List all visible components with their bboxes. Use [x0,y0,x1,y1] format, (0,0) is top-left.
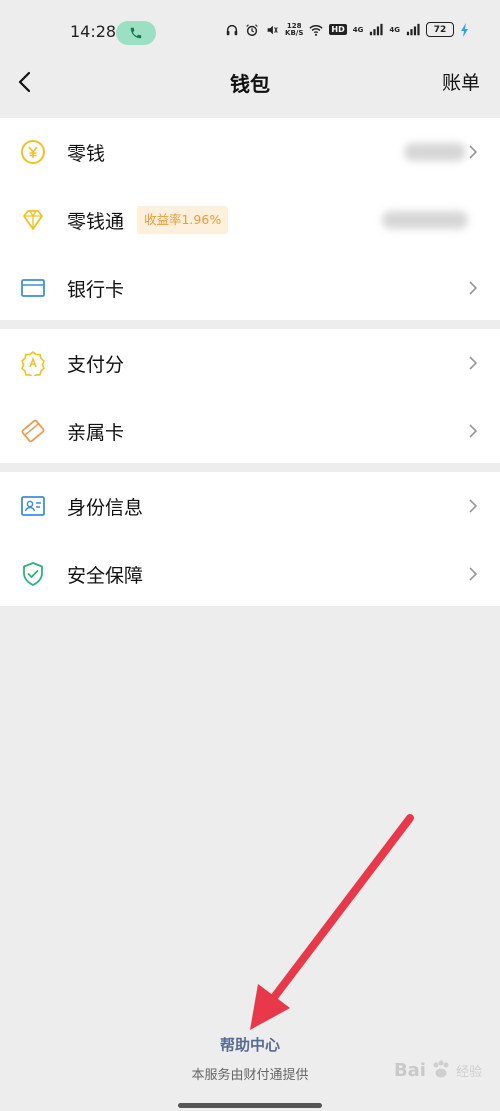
nav-bar: 钱包 账单 [0,62,500,118]
family-card-icon [21,419,45,443]
row-label: 银行卡 [67,278,125,301]
page-title: 钱包 [230,72,270,96]
help-center-link[interactable]: 帮助中心 [0,1034,500,1055]
hd-badge: HD [329,24,347,35]
paw-icon [433,1060,449,1078]
wallet-group-3: 身份信息 安全保障 [0,472,500,606]
chevron-right-icon [469,499,478,513]
blurred-balance [404,143,466,161]
chevron-right-icon [469,356,478,370]
home-indicator[interactable] [178,1103,322,1108]
bank-card-icon [21,279,45,297]
bill-button[interactable]: 账单 [442,68,480,95]
signal-1-label: 4G [352,25,364,34]
alarm-icon [246,23,258,36]
row-label: 身份信息 [67,496,144,519]
score-badge-icon [21,351,45,376]
ongoing-call-pill[interactable] [116,21,156,45]
shield-check-icon [23,562,43,586]
signal-bars-1-icon [370,23,383,35]
row-security[interactable]: 安全保障 [0,540,500,608]
row-bank-card[interactable]: 银行卡 [0,254,500,322]
blurred-balance [382,211,468,229]
status-icons: 128 KB/S HD 4G 4G 72 [225,22,470,37]
row-pay-score[interactable]: 支付分 [0,329,500,397]
network-speed: 128 KB/S [285,21,304,37]
yield-rate-badge: 收益率1.96% [137,206,229,234]
row-label: 亲属卡 [67,421,125,444]
chevron-right-icon [469,281,478,295]
yuan-coin-icon [21,140,45,164]
signal-bars-2-icon [406,23,420,35]
status-bar: 14:28 128 KB/S HD 4G 4G 72 [0,0,500,62]
wifi-icon [309,24,324,36]
watermark: Bai 经验 [393,1059,482,1081]
headphones-icon [226,24,238,35]
wallet-group-1: 零钱 零钱通 收益率1.96% 银行卡 [0,118,500,320]
row-change[interactable]: 零钱 [0,118,500,186]
row-label: 支付分 [67,353,125,376]
mute-vibrate-icon [267,25,278,34]
battery-indicator: 72 [426,22,454,37]
row-family-card[interactable]: 亲属卡 [0,397,500,465]
chevron-right-icon [469,567,478,581]
status-time: 14:28 [70,22,117,41]
wallet-group-2: 支付分 亲属卡 [0,329,500,463]
diamond-icon [23,210,43,230]
chevron-right-icon [469,424,478,438]
row-identity-info[interactable]: 身份信息 [0,472,500,540]
chevron-right-icon [469,145,478,159]
row-label: 安全保障 [67,564,144,587]
row-label: 零钱 [67,142,106,165]
charging-bolt-icon [461,22,468,37]
row-change-pass[interactable]: 零钱通 收益率1.96% [0,186,500,254]
signal-2-label: 4G [389,25,400,34]
phone-icon [130,27,142,39]
row-label: 零钱通 [67,210,125,233]
id-card-icon [21,496,45,516]
